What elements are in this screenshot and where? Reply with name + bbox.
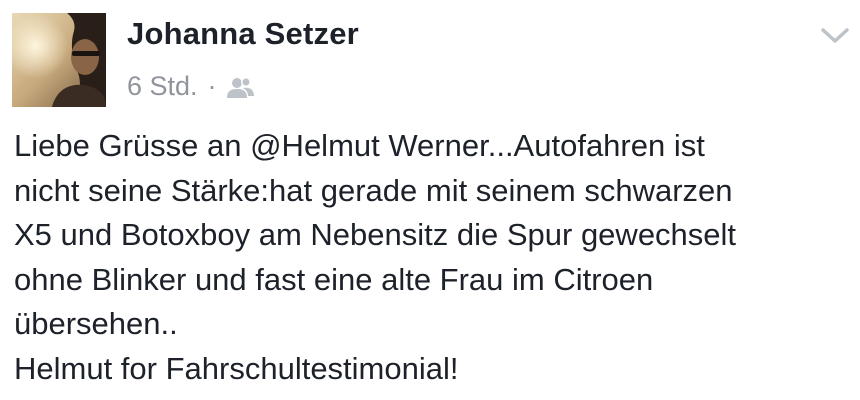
post-text-line: X5 und Botoxboy am Nebensitz die Spur ge… [14,217,737,252]
chevron-down-icon[interactable] [818,22,852,50]
avatar-photo [12,13,106,107]
post-meta: 6 Std. · [127,68,255,104]
author-name[interactable]: Johanna Setzer [127,16,359,52]
meta-separator: · [207,70,217,101]
post-text-line: ohne Blinker und fast eine alte Frau im … [14,261,654,297]
post-body: Liebe Grüsse an @Helmut Werner...Autofah… [14,124,849,391]
friends-icon[interactable] [226,75,255,98]
post-text-line: nicht seine Stärke:hat gerade mit seinem… [14,172,733,208]
post-timestamp[interactable]: 6 Std. [127,71,198,102]
author-avatar[interactable] [12,13,106,107]
post-text-line: Liebe Grüsse an @Helmut Werner...Autofah… [14,128,705,163]
facebook-post: Johanna Setzer 6 Std. · Liebe Grüsse an … [0,0,860,400]
post-text-line: Helmut for Fahrschultestimonial! [14,350,459,386]
post-text-line: übersehen.. [14,306,178,341]
